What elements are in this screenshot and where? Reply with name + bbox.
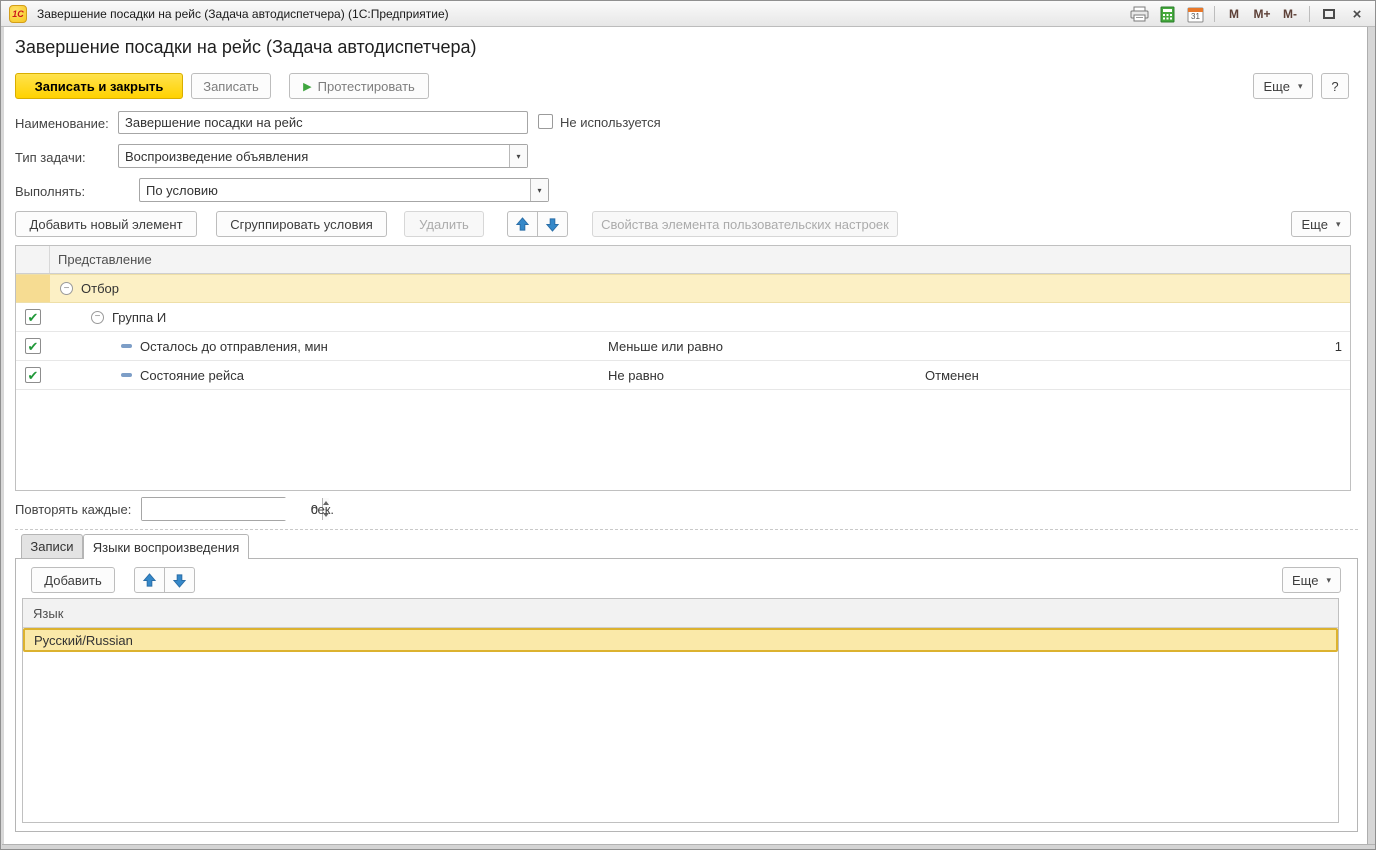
arrow-up-icon	[142, 573, 157, 588]
maximize-button[interactable]	[1317, 3, 1341, 25]
filter-item-icon	[121, 344, 132, 348]
m-button[interactable]: M	[1222, 3, 1246, 25]
titlebar: 1С Завершение посадки на рейс (Задача ав…	[1, 1, 1375, 27]
chevron-down-icon: ▾	[1298, 81, 1303, 92]
arrow-down-icon	[172, 573, 187, 588]
print-icon[interactable]	[1127, 3, 1151, 25]
user-settings-properties-button: Свойства элемента пользовательских настр…	[592, 211, 898, 237]
maximize-icon	[1323, 9, 1335, 19]
titlebar-separator	[1309, 6, 1310, 22]
language-move-up-button[interactable]	[134, 567, 165, 593]
not-used-checkbox[interactable]	[538, 114, 553, 129]
titlebar-separator	[1214, 6, 1215, 22]
close-button[interactable]: ×	[1345, 3, 1369, 25]
collapse-icon[interactable]: −	[60, 282, 73, 295]
task-type-select[interactable]: Воспроизведение объявления ▾	[118, 144, 528, 168]
representation-column-header: Представление	[50, 252, 152, 267]
move-up-button[interactable]	[507, 211, 538, 237]
repeat-input[interactable]	[142, 498, 322, 520]
test-button[interactable]: ▶ Протестировать	[289, 73, 429, 99]
chevron-down-icon[interactable]: ▾	[530, 179, 548, 201]
table-row-language[interactable]: Русский/Russian	[23, 628, 1338, 652]
row-checkbox[interactable]: ✔	[25, 338, 41, 354]
tab-playback-languages[interactable]: Языки воспроизведения	[83, 534, 249, 559]
check-icon: ✔	[28, 369, 39, 382]
more-button-top[interactable]: Еще▾	[1253, 73, 1313, 99]
1c-logo-icon: 1С	[9, 5, 27, 23]
group-conditions-button[interactable]: Сгруппировать условия	[216, 211, 387, 237]
add-element-button[interactable]: Добавить новый элемент	[15, 211, 197, 237]
svg-text:31: 31	[1191, 12, 1200, 21]
repeat-label: Повторять каждые:	[15, 502, 131, 517]
arrow-up-icon	[515, 217, 530, 232]
filter-item-icon	[121, 373, 132, 377]
titlebar-buttons: 31 M M+ M- ×	[1127, 1, 1369, 27]
execute-label: Выполнять:	[15, 184, 85, 199]
execute-select[interactable]: По условию ▾	[139, 178, 549, 202]
check-icon: ✔	[28, 311, 39, 324]
name-input[interactable]	[118, 111, 528, 134]
calculator-icon[interactable]	[1155, 3, 1179, 25]
section-separator	[15, 529, 1358, 530]
m-minus-button[interactable]: M-	[1278, 3, 1302, 25]
save-and-close-button[interactable]: Записать и закрыть	[15, 73, 183, 99]
language-move-down-button[interactable]	[164, 567, 195, 593]
name-label: Наименование:	[15, 116, 109, 131]
chevron-down-icon[interactable]: ▾	[509, 145, 527, 167]
calendar-icon[interactable]: 31	[1183, 3, 1207, 25]
language-column-header[interactable]: Язык	[23, 599, 1338, 628]
tab-records[interactable]: Записи	[21, 534, 83, 558]
more-button-conditions[interactable]: Еще▾	[1291, 211, 1351, 237]
checkbox-column-header	[16, 246, 50, 273]
chevron-down-icon: ▾	[1326, 575, 1331, 586]
window-frame-bottom	[2, 844, 1376, 850]
conditions-table: Представление − Отбор ✔ − Группа И	[15, 245, 1351, 491]
chevron-down-icon: ▾	[1336, 219, 1341, 230]
collapse-icon[interactable]: −	[91, 311, 104, 324]
repeat-spinner[interactable]	[141, 497, 286, 521]
row-checkbox[interactable]: ✔	[25, 367, 41, 383]
check-icon: ✔	[28, 340, 39, 353]
table-row-flight-state[interactable]: ✔ Состояние рейса Не равно Отменен	[16, 361, 1350, 390]
window-title: Завершение посадки на рейс (Задача автод…	[37, 7, 449, 21]
row-checkbox[interactable]: ✔	[25, 309, 41, 325]
not-used-label: Не используется	[560, 115, 661, 130]
move-down-button[interactable]	[537, 211, 568, 237]
window-frame-right	[1367, 27, 1376, 844]
play-icon: ▶	[303, 80, 311, 93]
page-title: Завершение посадки на рейс (Задача автод…	[15, 37, 477, 58]
delete-button: Удалить	[404, 211, 484, 237]
help-button[interactable]: ?	[1321, 73, 1349, 99]
more-button-languages[interactable]: Еще▾	[1282, 567, 1341, 593]
table-row-time-left[interactable]: ✔ Осталось до отправления, мин Меньше ил…	[16, 332, 1350, 361]
repeat-unit-label: сек.	[311, 502, 334, 517]
task-type-label: Тип задачи:	[15, 150, 86, 165]
m-plus-button[interactable]: M+	[1250, 3, 1274, 25]
conditions-table-header[interactable]: Представление	[16, 246, 1350, 274]
add-language-button[interactable]: Добавить	[31, 567, 115, 593]
table-row-filter-root[interactable]: − Отбор	[16, 274, 1350, 303]
table-row-group-and[interactable]: ✔ − Группа И	[16, 303, 1350, 332]
app-window: 1С Завершение посадки на рейс (Задача ав…	[0, 0, 1376, 850]
languages-table: Язык Русский/Russian	[22, 598, 1339, 823]
arrow-down-icon	[545, 217, 560, 232]
save-button[interactable]: Записать	[191, 73, 271, 99]
